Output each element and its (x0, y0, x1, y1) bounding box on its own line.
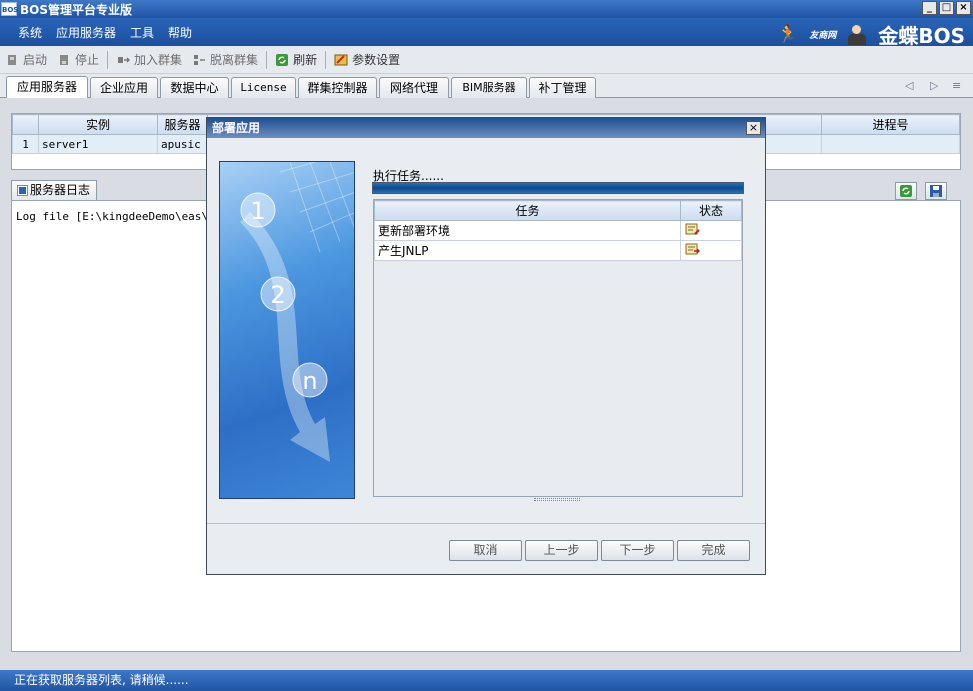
menu-system[interactable]: 系统 (11, 24, 49, 41)
toolbar-separator (107, 50, 109, 69)
leave-cluster-icon (194, 54, 206, 65)
task-progress-bar (372, 182, 744, 194)
join-cluster-label: 加入群集 (134, 53, 183, 67)
main-tabs: 应用服务器 企业应用 数据中心 License 群集控制器 网络代理 BIM服务… (0, 74, 973, 98)
refresh-button[interactable]: 刷新 (270, 49, 322, 71)
refresh-icon (276, 53, 289, 66)
minimize-button[interactable]: _ (922, 1, 937, 15)
tab-network-proxy[interactable]: 网络代理 (379, 77, 449, 98)
menu-app-server[interactable]: 应用服务器 (49, 24, 123, 41)
step-1-label: 1 (250, 197, 265, 225)
leave-cluster-button[interactable]: 脱离群集 (187, 49, 263, 71)
title-bar: BOS BOS管理平台专业版 _ □ × (0, 0, 973, 18)
task-table-header: 任务 状态 (374, 200, 742, 221)
youshang-logo: 友商网 (809, 31, 837, 41)
resize-grip[interactable] (534, 498, 580, 501)
dialog-close-button[interactable]: × (746, 121, 761, 135)
tab-bim-server[interactable]: BIM服务器 (451, 77, 527, 98)
task-table: 任务 状态 更新部署环境 产生JNLP (373, 199, 743, 497)
server-log-label: 服务器日志 (30, 183, 91, 197)
cancel-button[interactable]: 取消 (449, 540, 522, 561)
settings-label: 参数设置 (352, 53, 401, 67)
previous-button[interactable]: 上一步 (525, 540, 598, 561)
log-tab-icon (17, 185, 28, 196)
join-cluster-icon (118, 56, 131, 63)
stop-icon (60, 54, 69, 65)
dialog-divider (207, 523, 765, 524)
menu-bar: 系统 应用服务器 工具 帮助 🏃 友商网 金蝶BOS (0, 18, 973, 49)
tab-enterprise-app[interactable]: 企业应用 (90, 77, 158, 98)
refresh-label: 刷新 (293, 53, 318, 67)
brand-area: 🏃 友商网 金蝶BOS (777, 20, 965, 49)
pid-cell (821, 134, 960, 154)
wizard-illustration: 1 2 n (219, 161, 355, 499)
window-controls: _ □ × (922, 1, 971, 15)
save-icon (930, 185, 942, 197)
toolbar-separator (325, 50, 327, 69)
refresh-icon (900, 185, 912, 197)
toolbar: 启动 停止 加入群集 脱离群集 刷新 参数设置 (0, 46, 973, 74)
instance-header[interactable]: 实例 (38, 114, 158, 135)
log-refresh-button[interactable] (895, 182, 917, 200)
kingdee-bos-logo: 金蝶BOS (878, 24, 965, 48)
row-number-header (12, 114, 39, 135)
task-name: 产生JNLP (374, 240, 681, 261)
task-name: 更新部署环境 (374, 220, 681, 241)
close-button[interactable]: × (956, 1, 971, 15)
task-status (680, 220, 742, 241)
tab-patch-management[interactable]: 补丁管理 (529, 77, 596, 98)
log-save-button[interactable] (925, 182, 947, 200)
tab-app-server[interactable]: 应用服务器 (6, 76, 88, 98)
stop-label: 停止 (75, 53, 100, 67)
server-cell: apusic (157, 134, 208, 154)
step-2-label: 2 (270, 281, 285, 309)
tab-scroll-right-icon[interactable]: ▷ (930, 79, 938, 92)
start-button[interactable]: 启动 (0, 49, 52, 71)
menu-tools[interactable]: 工具 (123, 24, 161, 41)
menu-help[interactable]: 帮助 (161, 24, 199, 41)
runner-logo-icon: 🏃 (776, 24, 800, 45)
leave-cluster-label: 脱离群集 (210, 53, 259, 67)
pid-header[interactable]: 进程号 (821, 114, 960, 135)
deploy-app-dialog: 部署应用 × 1 2 n 执行任务...... 任务 状态 更新部署环境 产生J… (206, 117, 766, 575)
mascot-icon (846, 24, 868, 45)
toolbar-separator (266, 50, 268, 69)
start-label: 启动 (23, 53, 48, 67)
step-n-label: n (302, 367, 317, 395)
status-bar: 正在获取服务器列表, 请稍候...... (0, 670, 973, 691)
next-button[interactable]: 下一步 (601, 540, 674, 561)
server-header[interactable]: 服务器 (157, 114, 208, 135)
join-cluster-button[interactable]: 加入群集 (111, 49, 187, 71)
task-running-icon (685, 223, 700, 235)
instance-cell: server1 (38, 134, 158, 154)
wizard-steps-graphic: 1 2 n (240, 162, 354, 462)
table-row[interactable]: 更新部署环境 (374, 220, 742, 241)
maximize-button[interactable]: □ (939, 1, 954, 15)
log-text: Log file [E:\kingdeeDemo\eas\ser (16, 210, 228, 223)
tab-scroll-left-icon[interactable]: ◁ (905, 79, 913, 92)
finish-button[interactable]: 完成 (677, 540, 750, 561)
app-logo-icon: BOS (1, 2, 18, 16)
status-header[interactable]: 状态 (680, 200, 742, 221)
task-pending-icon (685, 243, 700, 255)
stop-button[interactable]: 停止 (52, 49, 104, 71)
task-status (680, 240, 742, 261)
start-icon (8, 54, 16, 65)
settings-icon (334, 54, 348, 65)
window-title: BOS管理平台专业版 (20, 2, 132, 17)
dialog-title: 部署应用 (207, 118, 765, 138)
row-number: 1 (12, 134, 39, 154)
table-row[interactable]: 产生JNLP (374, 240, 742, 261)
tab-license[interactable]: License (231, 77, 296, 98)
settings-button[interactable]: 参数设置 (329, 49, 405, 71)
task-header[interactable]: 任务 (374, 200, 681, 221)
tab-list-icon[interactable]: ≡ (952, 79, 961, 92)
server-log-tab[interactable]: 服务器日志 (11, 180, 97, 200)
tab-data-center[interactable]: 数据中心 (160, 77, 229, 98)
tab-cluster-controller[interactable]: 群集控制器 (298, 77, 377, 98)
